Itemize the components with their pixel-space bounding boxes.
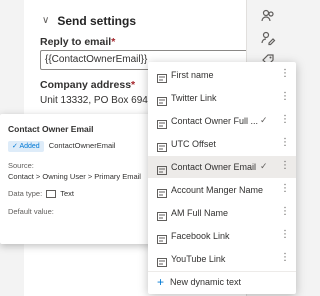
list-item-label: First name [171, 70, 214, 80]
dynamic-text-dropdown: First name ⋮ Twitter Link ⋮ Contact Owne… [148, 62, 296, 294]
dynamic-text-icon [157, 116, 167, 129]
detail-title: Contact Owner Email [8, 124, 94, 134]
reply-label-text: Reply to email [40, 36, 112, 48]
list-item-label: Twitter Link [171, 93, 217, 103]
list-item-label: Account Manger Name [171, 185, 264, 195]
section-title: Send settings [57, 14, 137, 28]
list-item-label: AM Full Name [171, 208, 229, 218]
dynamic-text-icon [157, 162, 167, 175]
list-item-label: YouTube Link [171, 254, 226, 264]
required-mark: * [131, 79, 136, 91]
chevron-down-icon[interactable]: ∨ [42, 15, 49, 26]
dynamic-text-icon [157, 70, 167, 83]
company-address-label: Company address* [40, 79, 135, 91]
list-item[interactable]: YouTube Link ⋮ [148, 248, 296, 270]
more-icon[interactable]: ⋮ [280, 137, 290, 148]
list-item[interactable]: First name ⋮ [148, 64, 296, 86]
dynamic-text-icon [157, 185, 167, 198]
more-icon[interactable]: ⋮ [280, 68, 290, 79]
list-item[interactable]: Contact Owner Email ✓ ⋮ [148, 156, 296, 178]
list-item[interactable]: Twitter Link ⋮ [148, 87, 296, 109]
data-type-value: Text [60, 189, 74, 198]
list-item-label: UTC Offset [171, 139, 216, 149]
more-icon[interactable]: ⋮ [280, 160, 290, 171]
more-icon[interactable]: ⋮ [280, 183, 290, 194]
required-mark: * [111, 36, 116, 48]
list-item[interactable]: Account Manger Name ⋮ [148, 179, 296, 201]
added-value: ContactOwnerEmail [48, 141, 116, 150]
check-icon: ✓ [260, 161, 268, 171]
more-icon[interactable]: ⋮ [280, 229, 290, 240]
list-item-label: Contact Owner Email [171, 162, 257, 172]
dynamic-text-icon [157, 231, 167, 244]
list-item[interactable]: AM Full Name ⋮ [148, 202, 296, 224]
dynamic-text-icon [157, 254, 167, 267]
new-dynamic-text-button[interactable]: + New dynamic text [157, 276, 241, 288]
more-icon[interactable]: ⋮ [280, 252, 290, 263]
reply-input-value: {{ContactOwnerEmail}} [45, 54, 148, 65]
more-icon[interactable]: ⋮ [280, 91, 290, 102]
check-icon: ✓ [260, 115, 268, 125]
list-item[interactable]: Contact Owner Full ... ✓ ⋮ [148, 110, 296, 132]
dynamic-text-detail-card: Contact Owner Email ✓ Added ContactOwner… [0, 114, 154, 244]
new-dynamic-text-label: New dynamic text [170, 277, 242, 287]
list-item[interactable]: UTC Offset ⋮ [148, 133, 296, 155]
dynamic-text-icon [157, 208, 167, 221]
default-value-label: Default value: [8, 207, 54, 216]
plus-icon: + [157, 275, 165, 289]
dynamic-text-icon [157, 93, 167, 106]
list-item[interactable]: Facebook Link ⋮ [148, 225, 296, 247]
person-edit-icon[interactable] [260, 30, 276, 46]
data-type-label: Data type: [8, 189, 43, 198]
section-header-send-settings[interactable]: ∨ Send settings [42, 14, 136, 28]
detail-added-row: ✓ Added ContactOwnerEmail [8, 141, 115, 152]
list-item-label: Contact Owner Full ... [171, 116, 259, 126]
source-value: Contact > Owning User > Primary Email [8, 172, 141, 181]
people-icon[interactable] [260, 8, 276, 24]
text-type-icon [46, 190, 57, 199]
added-badge-text: Added [19, 143, 40, 150]
more-icon[interactable]: ⋮ [280, 206, 290, 217]
list-item-label: Facebook Link [171, 231, 230, 241]
divider [148, 271, 296, 272]
reply-to-email-label: Reply to email* [40, 36, 115, 48]
source-label: Source: [8, 161, 34, 170]
dynamic-text-icon [157, 139, 167, 152]
data-type-row: Data type: Text [8, 189, 74, 199]
company-label-text: Company address [40, 79, 132, 91]
added-badge: ✓ Added [8, 141, 44, 152]
more-icon[interactable]: ⋮ [280, 114, 290, 125]
